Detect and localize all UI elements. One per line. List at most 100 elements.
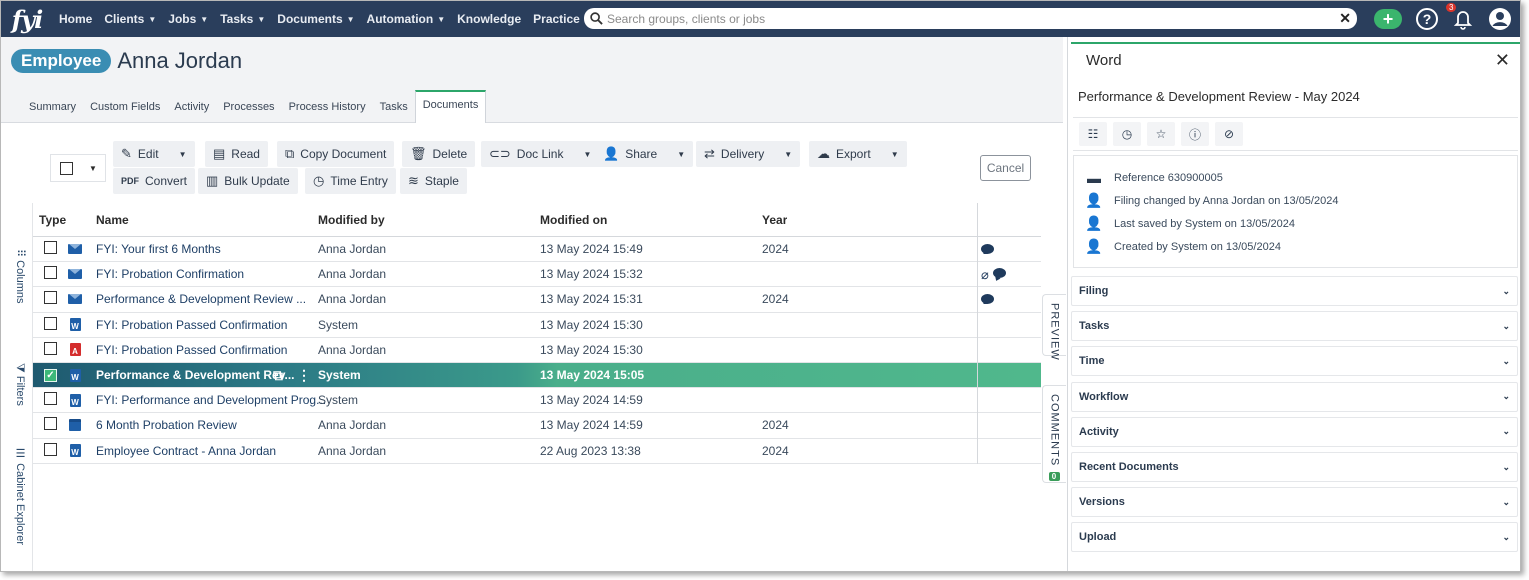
- section-versions[interactable]: Versions ⌄: [1071, 487, 1518, 518]
- tab-summary[interactable]: Summary: [22, 101, 83, 122]
- row-checkbox-checked[interactable]: ✓: [44, 368, 57, 382]
- row-checkbox[interactable]: [44, 291, 57, 307]
- col-year[interactable]: Year: [762, 213, 787, 227]
- share-button[interactable]: 👤 Share ▼: [595, 141, 694, 167]
- nav-item-tasks[interactable]: Tasks ▼: [214, 1, 271, 37]
- document-name-link[interactable]: FYI: Probation Passed Confirmation: [96, 318, 287, 332]
- close-icon[interactable]: ✕: [1495, 50, 1510, 71]
- document-name-link[interactable]: FYI: Probation Passed Confirmation: [96, 343, 287, 357]
- paperclip-icon[interactable]: ⌀: [981, 268, 989, 281]
- fyi-logo[interactable]: fyi: [1, 1, 53, 37]
- nav-item-documents[interactable]: Documents ▼: [271, 1, 360, 37]
- bulk-update-button[interactable]: ▥ Bulk Update: [198, 168, 298, 194]
- export-button[interactable]: ☁ Export ▼: [809, 141, 907, 167]
- edit-button[interactable]: ✎ Edit ▼: [113, 141, 195, 167]
- col-name[interactable]: Name: [96, 213, 129, 227]
- nav-item-knowledge[interactable]: Knowledge: [451, 1, 527, 37]
- help-circle-icon[interactable]: ⓘ: [1181, 122, 1209, 146]
- notifications-button[interactable]: 3: [1446, 3, 1474, 30]
- clear-search-icon[interactable]: ✕: [1339, 10, 1351, 27]
- details-list-icon[interactable]: ☷: [1079, 122, 1107, 146]
- tab-documents[interactable]: Documents: [414, 90, 487, 123]
- document-name-link[interactable]: Employee Contract - Anna Jordan: [96, 444, 276, 458]
- tab-processes[interactable]: Processes: [216, 101, 281, 122]
- delete-button[interactable]: 🗑 Delete: [402, 141, 476, 167]
- chevron-down-icon[interactable]: ▼: [891, 150, 899, 159]
- section-tasks[interactable]: Tasks ⌄: [1071, 311, 1518, 342]
- select-all-control[interactable]: ▼: [50, 154, 106, 182]
- tab-tasks[interactable]: Tasks: [373, 101, 415, 122]
- document-name-link[interactable]: FYI: Probation Confirmation: [96, 267, 244, 281]
- filters-toggle[interactable]: ⧩ Filters: [14, 363, 26, 406]
- history-icon[interactable]: ◷: [1113, 122, 1141, 146]
- time-entry-button[interactable]: ◷ Time Entry: [305, 168, 396, 194]
- col-modified-by[interactable]: Modified by: [318, 213, 385, 227]
- select-all-checkbox[interactable]: [60, 161, 73, 175]
- cancel-button[interactable]: Cancel: [980, 155, 1031, 181]
- comment-icon[interactable]: [981, 294, 994, 305]
- chevron-down-icon[interactable]: ▼: [583, 150, 591, 159]
- comment-icon[interactable]: [992, 267, 1006, 278]
- document-name-link[interactable]: FYI: Your first 6 Months: [96, 242, 221, 256]
- chevron-down-icon[interactable]: ▼: [677, 150, 685, 159]
- user-avatar-icon[interactable]: [1488, 7, 1512, 31]
- nav-item-automation[interactable]: Automation ▼: [361, 1, 452, 37]
- nav-item-home[interactable]: Home: [53, 1, 98, 37]
- comment-icon[interactable]: [981, 244, 994, 255]
- section-workflow[interactable]: Workflow ⌄: [1071, 381, 1518, 412]
- link-icon[interactable]: ⊘: [1215, 122, 1243, 146]
- table-row[interactable]: 6 Month Probation Review Anna Jordan 13 Ma…: [33, 413, 1041, 439]
- table-row[interactable]: A FYI: Probation Passed Confirmation Anna …: [33, 337, 1041, 363]
- row-checkbox[interactable]: [44, 417, 57, 433]
- section-filing[interactable]: Filing ⌄: [1071, 276, 1518, 306]
- cabinet-explorer-toggle[interactable]: ☰ Cabinet Explorer: [14, 447, 27, 545]
- table-row[interactable]: Performance & Development Review ... Anna…: [33, 287, 1041, 313]
- row-checkbox[interactable]: [44, 266, 57, 282]
- chevron-down-icon[interactable]: ▼: [784, 150, 792, 159]
- tab-activity[interactable]: Activity: [167, 101, 216, 122]
- more-options-icon[interactable]: ⋮: [297, 367, 311, 384]
- document-name-link[interactable]: 6 Month Probation Review: [96, 418, 237, 432]
- table-row[interactable]: W Employee Contract - Anna Jordan Anna Jor…: [33, 438, 1041, 464]
- copy-document-button[interactable]: ⧉ Copy Document: [277, 141, 395, 167]
- doc-link-button[interactable]: ⊂⊃ Doc Link ▼: [481, 141, 600, 167]
- section-recent-documents[interactable]: Recent Documents ⌄: [1071, 452, 1518, 482]
- document-name-link[interactable]: FYI: Performance and Development Prog...: [96, 393, 326, 407]
- nav-item-clients[interactable]: Clients ▼: [98, 1, 162, 37]
- col-type[interactable]: Type: [39, 213, 66, 227]
- row-checkbox[interactable]: [44, 442, 57, 459]
- nav-item-practice[interactable]: Practice: [527, 1, 586, 37]
- chevron-down-icon[interactable]: ▼: [89, 164, 97, 173]
- table-row[interactable]: FYI: Your first 6 Months Anna Jordan 13 Ma…: [33, 237, 1041, 263]
- global-search[interactable]: ✕: [584, 8, 1357, 29]
- table-row[interactable]: ✓ W Performance & Development Rev... ⧉ ⋮ Syst…: [33, 362, 1041, 389]
- help-icon[interactable]: ?: [1416, 8, 1438, 30]
- col-modified-on[interactable]: Modified on: [540, 213, 607, 227]
- preview-tab[interactable]: PREVIEW: [1042, 294, 1066, 361]
- delivery-button[interactable]: ⇄ Delivery ▼: [696, 141, 801, 167]
- section-upload[interactable]: Upload ⌄: [1071, 522, 1518, 553]
- row-checkbox[interactable]: [44, 392, 57, 408]
- comments-tab[interactable]: COMMENTS 0: [1042, 385, 1066, 483]
- section-activity[interactable]: Activity ⌄: [1071, 416, 1518, 447]
- tab-custom-fields[interactable]: Custom Fields: [83, 101, 167, 122]
- convert-button[interactable]: PDF Convert: [113, 168, 196, 194]
- row-checkbox[interactable]: [44, 241, 57, 257]
- columns-toggle[interactable]: ⠿ Columns: [14, 249, 27, 304]
- read-button[interactable]: ▤ Read: [205, 141, 268, 167]
- section-time[interactable]: Time ⌄: [1071, 346, 1518, 377]
- star-icon[interactable]: ☆: [1147, 122, 1175, 146]
- table-row[interactable]: W FYI: Performance and Development Prog..…: [33, 388, 1041, 414]
- staple-button[interactable]: ≋ Staple: [400, 168, 467, 194]
- add-new-button[interactable]: +: [1374, 9, 1402, 29]
- search-input[interactable]: [607, 11, 1340, 26]
- document-name-link[interactable]: Performance & Development Rev...: [96, 368, 295, 382]
- nav-item-jobs[interactable]: Jobs ▼: [162, 1, 214, 37]
- document-name-link[interactable]: Performance & Development Review ...: [96, 292, 306, 306]
- open-external-icon[interactable]: ⧉: [273, 367, 283, 384]
- row-checkbox[interactable]: [44, 341, 57, 358]
- tab-process-history[interactable]: Process History: [282, 101, 373, 122]
- table-row[interactable]: FYI: Probation Confirmation Anna Jordan 13…: [33, 262, 1041, 288]
- table-row[interactable]: W FYI: Probation Passed Confirmation Syste…: [33, 312, 1041, 338]
- row-checkbox[interactable]: [44, 316, 57, 333]
